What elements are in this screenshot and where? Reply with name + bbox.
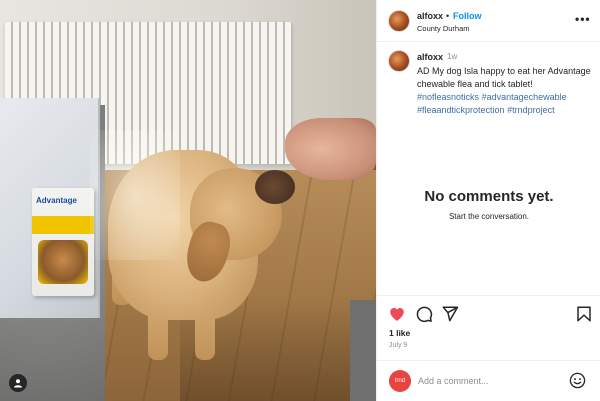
comment-icon xyxy=(416,306,433,323)
dog-snout xyxy=(255,170,295,204)
sunlight-patch xyxy=(90,130,180,260)
caption-text: AD My dog Isla happy to eat her Advantag… xyxy=(417,65,597,117)
like-button[interactable] xyxy=(388,305,406,323)
comment-button[interactable] xyxy=(415,305,433,323)
likes-count[interactable]: 1 like xyxy=(389,328,410,338)
product-box-band xyxy=(32,216,94,234)
divider xyxy=(377,360,600,361)
emoji-icon xyxy=(569,372,586,389)
post-photo[interactable]: Advantage xyxy=(0,0,376,401)
hashtag-link[interactable]: #trndproject xyxy=(507,105,555,115)
product-box: Advantage xyxy=(32,188,94,296)
caption-body: AD My dog Isla happy to eat her Advantag… xyxy=(417,66,591,89)
share-button[interactable] xyxy=(441,305,459,323)
comment-input[interactable] xyxy=(418,374,558,388)
hashtag-link[interactable]: #fleaandtickprotection xyxy=(417,105,505,115)
no-comments-title: No comments yet. xyxy=(424,188,554,205)
hand xyxy=(285,118,376,180)
location-link[interactable]: County Durham xyxy=(417,24,470,33)
caption-avatar[interactable] xyxy=(388,50,410,72)
avatar[interactable] xyxy=(388,10,410,32)
send-icon xyxy=(442,306,459,322)
person-sleeve xyxy=(350,300,376,401)
header-username[interactable]: alfoxx xyxy=(417,11,443,21)
post-date[interactable]: July 9 xyxy=(389,342,407,349)
hashtag-link[interactable]: #nofleasnoticks xyxy=(417,92,479,102)
follow-button[interactable]: Follow xyxy=(453,11,482,21)
caption-username[interactable]: alfoxx xyxy=(417,52,443,62)
more-horizontal-icon: ••• xyxy=(575,12,591,26)
person-icon xyxy=(14,379,22,388)
post-header: alfoxx • Follow County Durham ••• xyxy=(377,0,600,42)
hashtag-link[interactable]: #advantagechewable xyxy=(482,92,567,102)
current-user-avatar: trnd xyxy=(389,370,411,392)
more-options-button[interactable]: ••• xyxy=(575,12,591,26)
divider xyxy=(377,295,600,296)
no-comments-subtitle: Start the conversation. xyxy=(448,212,530,221)
product-box-dog-image xyxy=(38,240,88,284)
header-separator: • xyxy=(446,11,450,21)
save-button[interactable] xyxy=(575,305,593,323)
bookmark-icon xyxy=(577,306,591,322)
post-side-panel: alfoxx • Follow County Durham ••• alfoxx… xyxy=(376,0,600,401)
caption-time[interactable]: 1w xyxy=(447,52,457,61)
emoji-button[interactable] xyxy=(569,372,586,389)
product-box-brand: Advantage xyxy=(36,196,77,205)
user-tag-button[interactable] xyxy=(9,374,27,392)
heart-icon xyxy=(390,308,404,321)
